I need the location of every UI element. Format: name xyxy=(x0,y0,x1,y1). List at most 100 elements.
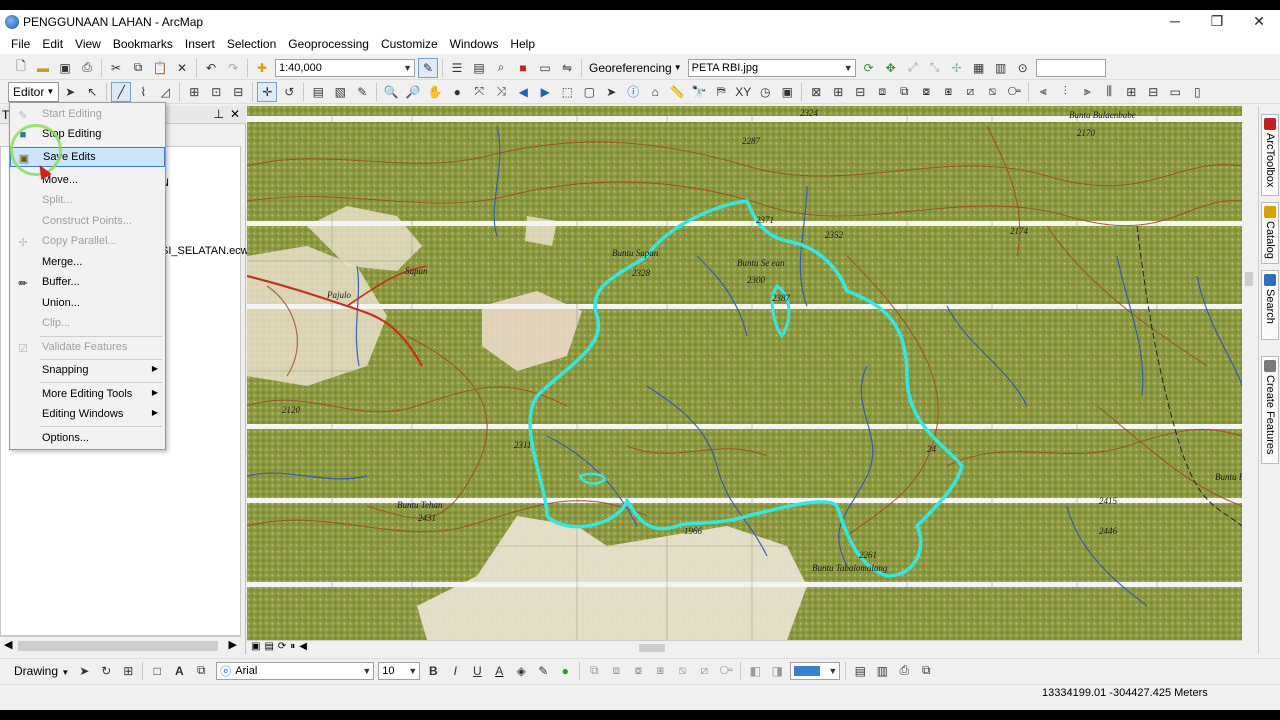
georeference-layer-combo[interactable]: PETA RBI.jpg ▼ xyxy=(687,58,856,77)
error-inspector-icon[interactable]: ⧃ xyxy=(1004,82,1024,102)
open-folder-icon[interactable]: ▬ xyxy=(33,58,53,78)
back-extent-icon[interactable]: ◀ xyxy=(513,82,533,102)
fill-color-icon[interactable]: ◈ xyxy=(511,661,531,681)
delete-icon[interactable]: ✕ xyxy=(172,58,192,78)
menu-item-options[interactable]: Options... xyxy=(10,429,165,449)
zoom-control-icon[interactable]: ⊙ xyxy=(1013,58,1033,78)
fixed-zoom-in-icon[interactable]: ⤧ xyxy=(469,82,489,102)
line-color-icon[interactable]: ✎ xyxy=(533,661,553,681)
scrollbar-thumb[interactable] xyxy=(18,641,218,651)
add-data-icon[interactable]: ✚ xyxy=(252,58,272,78)
pin-icon[interactable]: ⊥ xyxy=(214,107,224,121)
map-scale-combo[interactable]: 1:40,000 ▼ xyxy=(275,58,415,77)
rotate-tool-icon[interactable]: ↺ xyxy=(279,82,299,102)
menu-item-editing-windows[interactable]: Editing Windows ▶ xyxy=(10,405,165,425)
fix-error-icon[interactable]: ⧅ xyxy=(982,82,1002,102)
align-left-icon[interactable]: ⫷ xyxy=(1033,82,1053,102)
scale-icon[interactable]: ⤢ xyxy=(903,58,923,78)
map-canvas[interactable]: Bunta Bulaenbabe 2170 2287 2324 2371 235… xyxy=(247,106,1242,640)
find-icon[interactable]: 🔭 xyxy=(689,82,709,102)
edit-annotation-icon[interactable]: ↖ xyxy=(82,82,102,102)
layout-view-icon[interactable]: ▤ xyxy=(264,641,273,652)
menu-windows[interactable]: Windows xyxy=(444,34,505,54)
identify-icon[interactable]: ⓘ xyxy=(623,82,643,102)
menu-item-union[interactable]: Union... xyxy=(10,294,165,314)
menu-item-snapping[interactable]: Snapping ▶ xyxy=(10,361,165,381)
copy-icon[interactable]: ⧉ xyxy=(128,58,148,78)
menu-geoprocessing[interactable]: Geoprocessing xyxy=(282,34,375,54)
html-popup-icon[interactable]: ⌂ xyxy=(645,82,665,102)
bring-to-front-icon[interactable]: ⧉ xyxy=(584,661,604,681)
rotate-element-icon[interactable]: ↻ xyxy=(96,661,116,681)
pan-hand-icon[interactable]: ✋ xyxy=(425,82,445,102)
georef-value-input[interactable] xyxy=(1035,58,1106,77)
save-icon[interactable]: ▣ xyxy=(55,58,75,78)
shared-features-icon[interactable]: ⧆ xyxy=(938,82,958,102)
close-button[interactable]: ✕ xyxy=(1238,10,1280,32)
split-tool-icon[interactable]: ⊟ xyxy=(228,82,248,102)
menu-customize[interactable]: Customize xyxy=(375,34,444,54)
link-table-icon[interactable]: ▥ xyxy=(991,58,1011,78)
redo-icon[interactable]: ↷ xyxy=(223,58,243,78)
minimize-button[interactable]: ─ xyxy=(1154,10,1196,32)
map-vertical-scrollbar[interactable] xyxy=(1242,106,1256,640)
zoom-out-icon[interactable]: 🔎 xyxy=(403,82,423,102)
data-view-icon[interactable]: ▣ xyxy=(251,641,260,652)
scrollbar-thumb[interactable] xyxy=(1245,272,1253,286)
ungroup-icon[interactable]: ⧄ xyxy=(694,661,714,681)
align-center-icon[interactable]: ⫶ xyxy=(1055,82,1075,102)
align-right-icon[interactable]: ⫸ xyxy=(1077,82,1097,102)
georeferencing-menu[interactable]: Georeferencing ▼ xyxy=(585,61,686,75)
scroll-right-icon[interactable]: ▶ xyxy=(229,638,237,651)
fit-to-display-icon[interactable]: ⤡ xyxy=(925,58,945,78)
menu-item-construct-points[interactable]: Construct Points... xyxy=(10,212,165,232)
export-map-icon[interactable]: ⧉ xyxy=(916,661,936,681)
cut-icon[interactable]: ✂ xyxy=(106,58,126,78)
trace-icon[interactable]: ⌇ xyxy=(133,82,153,102)
ungroup-icon[interactable]: ⊟ xyxy=(1143,82,1163,102)
align-icon[interactable]: ⧇ xyxy=(628,661,648,681)
align-edge-icon[interactable]: ⊟ xyxy=(850,82,870,102)
arctoolbox-tab[interactable]: ArcToolbox xyxy=(1261,114,1279,196)
bold-button[interactable]: B xyxy=(423,661,443,681)
print-preview-icon[interactable]: ⎙ xyxy=(894,661,914,681)
menu-item-validate-features[interactable]: ☑ Validate Features xyxy=(10,338,165,358)
text-tool-icon[interactable]: A xyxy=(169,661,189,681)
menu-item-merge[interactable]: Merge... xyxy=(10,253,165,273)
toc-horizontal-scrollbar[interactable]: ◀ ▶ xyxy=(0,636,241,654)
menu-item-copy-parallel[interactable]: ✢ Copy Parallel... xyxy=(10,232,165,252)
menu-view[interactable]: View xyxy=(69,34,107,54)
menu-item-split[interactable]: Split... xyxy=(10,191,165,211)
refresh-icon[interactable]: ⟳ xyxy=(278,641,286,652)
send-to-back-icon[interactable]: ⧈ xyxy=(606,661,626,681)
menu-item-more-editing-tools[interactable]: More Editing Tools ▶ xyxy=(10,385,165,405)
flip-icon[interactable]: ◨ xyxy=(767,661,787,681)
toc-close-icon[interactable]: ✕ xyxy=(230,107,240,121)
map-topology-icon[interactable]: ⊞ xyxy=(828,82,848,102)
fill-swatch-combo[interactable]: ▼ xyxy=(790,661,841,680)
rotate-icon[interactable]: ⟳ xyxy=(859,58,879,78)
menu-bookmarks[interactable]: Bookmarks xyxy=(107,34,179,54)
arctoolbox-icon[interactable]: ■ xyxy=(513,58,533,78)
modify-edge-icon[interactable]: ⧉ xyxy=(894,82,914,102)
pause-drawing-icon[interactable]: ⏸ xyxy=(290,641,295,652)
menu-edit[interactable]: Edit xyxy=(36,34,69,54)
scroll-left-icon[interactable]: ◀ xyxy=(4,638,12,651)
reshape-edge-icon[interactable]: ⧈ xyxy=(872,82,892,102)
view-link-table-icon[interactable]: ▦ xyxy=(969,58,989,78)
edit-vertices-icon[interactable]: ⧉ xyxy=(191,661,211,681)
group-icon[interactable]: ⊞ xyxy=(1121,82,1141,102)
search-window-icon[interactable]: ⌕ xyxy=(491,58,511,78)
restore-button[interactable]: ❐ xyxy=(1196,10,1238,32)
validate-topology-icon[interactable]: ⧄ xyxy=(960,82,980,102)
add-control-points-icon[interactable]: ✢ xyxy=(947,58,967,78)
straight-segment-icon[interactable]: ╱ xyxy=(111,81,132,102)
distribute-icon[interactable]: ⧆ xyxy=(650,661,670,681)
menu-file[interactable]: File xyxy=(0,34,36,54)
group-icon[interactable]: ⧅ xyxy=(672,661,692,681)
menu-item-buffer[interactable]: ✏ Buffer... xyxy=(10,273,165,293)
create-viewer-icon[interactable]: ▣ xyxy=(777,82,797,102)
undo-icon[interactable]: ↶ xyxy=(201,58,221,78)
select-elements-icon[interactable]: ➤ xyxy=(601,82,621,102)
select-elements-icon[interactable]: ➤ xyxy=(74,661,94,681)
